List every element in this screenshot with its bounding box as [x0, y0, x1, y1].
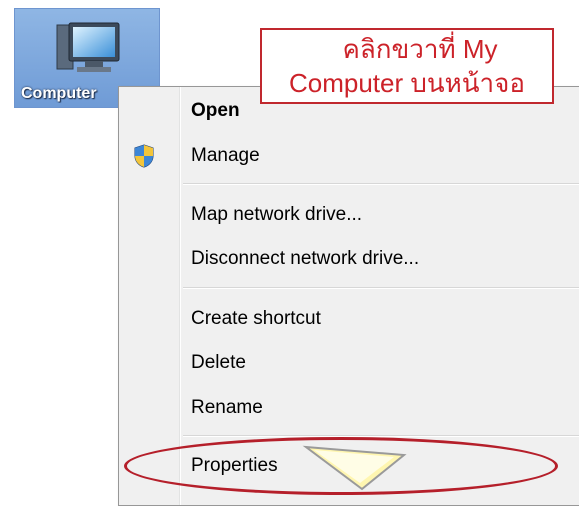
menu-item-label: Map network drive...	[191, 204, 363, 225]
menu-item-label: Manage	[191, 145, 260, 166]
uac-shield-icon	[134, 144, 154, 168]
pointer-arrow-icon	[302, 445, 407, 491]
menu-item-label: Open	[191, 100, 240, 121]
menu-item-delete[interactable]: Delete	[119, 343, 579, 383]
menu-item-map-network-drive[interactable]: Map network drive...	[119, 195, 579, 235]
callout-line-2: Computer บนหน้าจอ	[288, 68, 526, 98]
menu-item-label: Disconnect network drive...	[191, 248, 420, 269]
menu-item-disconnect-network-drive[interactable]: Disconnect network drive...	[119, 239, 579, 279]
computer-monitor-icon	[56, 22, 120, 72]
menu-item-manage[interactable]: Manage	[119, 136, 579, 176]
menu-separator	[183, 287, 579, 289]
menu-item-rename[interactable]: Rename	[119, 388, 579, 428]
instruction-callout: คลิกขวาที่ My Computer บนหน้าจอ	[260, 28, 554, 104]
computer-icon-label: Computer	[21, 85, 97, 102]
menu-item-label: Create shortcut	[191, 308, 321, 329]
menu-separator	[183, 183, 579, 185]
callout-line-1: คลิกขวาที่ My	[342, 34, 498, 64]
menu-item-label: Rename	[191, 397, 263, 418]
menu-item-create-shortcut[interactable]: Create shortcut	[119, 299, 579, 339]
menu-item-label: Delete	[191, 352, 246, 373]
